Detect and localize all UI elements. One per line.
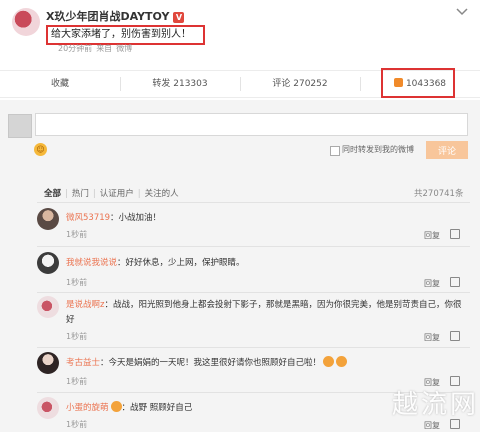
thumbs-up-icon[interactable] [450,229,460,239]
commenter-avatar[interactable] [37,252,59,274]
comment-body: 我就说我说说：好好休息，少上网，保护眼睛。 [66,256,245,268]
emoji-icon [323,356,335,367]
comment-total: 共270741条 [414,189,464,199]
reply-button[interactable]: 回复 [424,231,440,240]
smiley-icon[interactable]: ☺ [34,143,47,156]
divider [37,347,470,348]
filter-hot[interactable]: 热门 [72,189,89,199]
divider [37,292,470,293]
emoji-icon [110,401,122,412]
comment-body: 是说战啊z：战战，阳光照到他身上都会投射下影子，那就是黑暗，因为你很完美，他是别… [66,298,468,310]
source-prefix: 来自 [96,44,113,53]
post-content: 给大家添堵了，别伤害到别人！ [46,25,205,45]
filter-all[interactable]: 全部 [44,189,61,199]
commenter-name[interactable]: 微风53719 [66,213,110,223]
commenter-name[interactable]: 我就说我说说 [66,258,117,268]
commenter-name[interactable]: 是说战啊z [66,300,104,310]
sync-repost-checkbox[interactable] [330,146,340,156]
commenter-name[interactable]: 小蛋的旋萌 [66,403,109,413]
comment-actions: 回复 [424,229,460,241]
comment-filters: 全部 | 热门 | 认证用户 | 关注的人 [44,189,179,199]
reply-button[interactable]: 回复 [424,421,440,430]
commenter-avatar[interactable] [37,296,59,318]
thumbs-up-icon[interactable] [450,331,460,341]
user-avatar [8,114,32,138]
comment-button[interactable]: 评论 270252 [240,71,360,97]
author-avatar[interactable] [12,8,40,36]
comment-actions: 回复 [424,277,460,289]
favorite-button[interactable]: 收藏 [0,71,120,97]
comment-body: 微风53719：小战加油！ [66,211,161,223]
comment-text: ：好好休息，少上网，保护眼睛。 [117,258,245,268]
comment-text-continued: 好 [66,315,75,325]
reply-button[interactable]: 回复 [424,279,440,288]
site-watermark: 越流网 [392,390,480,420]
divider [37,246,470,247]
commenter-avatar[interactable] [37,352,59,374]
comment-text: ：战野 照顾好自己 [121,403,193,413]
filter-following[interactable]: 关注的人 [145,189,179,199]
filter-verified[interactable]: 认证用户 [100,189,134,199]
comment-body: 考古益士：今天是娟娟的一天呢！我这里很好请你也照顾好自己啦！ [66,356,348,368]
commenter-name[interactable]: 考古益士 [66,358,100,368]
repost-button[interactable]: 转发 213303 [120,71,240,97]
reply-button[interactable]: 回复 [424,333,440,342]
post-meta: 20分钟前 来自 微博 [58,43,136,54]
divider [37,202,470,203]
emoji-icon [336,356,348,367]
verified-badge-icon: V [173,11,185,23]
submit-comment-button[interactable]: 评论 [426,141,468,159]
comment-actions: 回复 [424,331,460,343]
chevron-down-icon[interactable] [456,8,472,20]
commenter-avatar[interactable] [37,208,59,230]
comment-input[interactable] [35,113,468,136]
comment-time: 1秒前 [66,332,88,341]
post-time[interactable]: 20分钟前 [58,44,92,53]
author-name[interactable]: X玖少年团肖战DAYTOY [46,10,169,23]
post-source[interactable]: 微博 [116,44,132,53]
commenter-avatar[interactable] [37,397,59,419]
comment-time: 1秒前 [66,278,88,287]
thumbs-up-icon[interactable] [450,277,460,287]
comment-body: 小蛋的旋萌 ：战野 照顾好自己 [66,401,192,413]
sync-repost-label: 同时转发到我的微博 [342,145,414,154]
comment-text: ：小战加油！ [110,213,162,223]
comment-time: 1秒前 [66,230,88,239]
post-author[interactable]: X玖少年团肖战DAYTOY V [46,8,185,24]
comment-time: 1秒前 [66,420,88,429]
like-highlight-box [381,68,455,98]
comment-time: 1秒前 [66,377,88,386]
comment-text: ：今天是娟娟的一天呢！我这里很好请你也照顾好自己啦！ [100,358,322,368]
comment-text: ：战战，阳光照到他身上都会投射下影子，那就是黑暗，因为你很完美，他是别苛责自己，… [104,300,462,310]
